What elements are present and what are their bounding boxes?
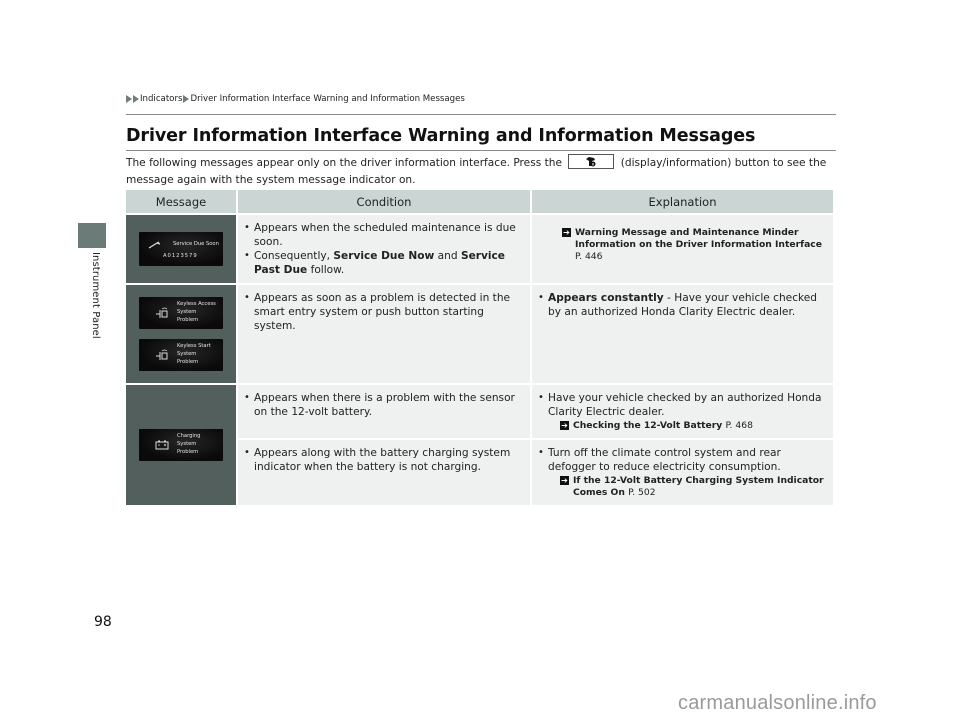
keyless-access-screen: Keyless Access System Problem — [139, 297, 223, 329]
condition-text: Appears as soon as a problem is detected… — [254, 292, 511, 332]
column-header-explanation: Explanation — [532, 190, 833, 213]
page-title: Driver Information Interface Warning and… — [126, 126, 756, 146]
breadcrumb-item[interactable]: Indicators — [140, 94, 182, 104]
message-image-cell: Keyless Access System Problem Keyless St… — [126, 285, 236, 383]
reference-arrow-icon: ➔ — [562, 228, 571, 237]
title-rule — [126, 150, 836, 151]
reference-arrow-icon: ➔ — [560, 476, 569, 485]
keyless-start-screen: Keyless Start System Problem — [139, 339, 223, 371]
condition-cell: • Appears when there is a problem with t… — [238, 385, 530, 438]
reference-page: P. 502 — [628, 487, 656, 498]
breadcrumb-item[interactable]: Driver Information Interface Warning and… — [190, 94, 464, 104]
section-label: Instrument Panel — [90, 252, 101, 339]
message-image-cell: Service Due Soon A0123579 — [126, 215, 236, 283]
header-rule — [126, 114, 836, 115]
condition-text: Appears along with the battery charging … — [254, 447, 511, 473]
cross-reference-link[interactable]: ➔ If the 12-Volt Battery Charging System… — [560, 475, 827, 499]
table-row: Keyless Access System Problem Keyless St… — [126, 285, 833, 383]
intro-paragraph: The following messages appear only on th… — [126, 154, 846, 189]
condition-bullet: • Appears as soon as a problem is detect… — [244, 291, 524, 333]
condition-bullet: • Consequently, Service Due Now and Serv… — [244, 250, 505, 276]
wrench-icon — [148, 241, 161, 249]
screen-text: Problem — [177, 359, 199, 365]
screen-text: Charging — [177, 433, 201, 439]
reference-arrow-icon: ➔ — [560, 421, 569, 430]
explanation-bullet: • Have your vehicle checked by an author… — [538, 391, 827, 419]
screen-text: Problem — [177, 317, 199, 323]
table-row: Service Due Soon A0123579 • Appears when… — [126, 215, 833, 283]
cross-reference-link[interactable]: ➔ Warning Message and Maintenance Minder… — [562, 227, 827, 263]
reference-page: P. 468 — [725, 420, 753, 431]
battery-icon — [155, 440, 169, 450]
explanation-bullet: • Turn off the climate control system an… — [538, 446, 827, 474]
reference-page: P. 446 — [575, 251, 603, 262]
breadcrumb: Indicators Driver Information Interface … — [126, 94, 466, 104]
condition-cell: • Appears as soon as a problem is detect… — [238, 285, 530, 383]
explanation-bullet: • Appears constantly - Have your vehicle… — [538, 292, 818, 318]
condition-cell: • Appears along with the battery chargin… — [238, 440, 530, 505]
explanation-cell: ➔ Warning Message and Maintenance Minder… — [532, 215, 833, 283]
cross-reference-link[interactable]: ➔ Checking the 12-Volt Battery P. 468 — [560, 420, 827, 432]
charging-system-problem-screen: Charging System Problem — [139, 429, 223, 461]
screen-text: Keyless Access — [177, 301, 216, 307]
screen-text: Problem — [177, 449, 199, 455]
reference-title: Checking the 12-Volt Battery — [573, 420, 723, 431]
breadcrumb-arrow-icon — [133, 95, 139, 103]
screen-text: System — [177, 441, 197, 447]
explanation-cell: • Appears constantly - Have your vehicle… — [532, 285, 833, 383]
keyless-icon — [156, 349, 168, 360]
intro-text: The following messages appear only on th… — [126, 157, 562, 169]
screen-text: Service Due Soon — [173, 241, 219, 247]
watermark: carmanualsonline.info — [678, 692, 877, 714]
screen-text: System — [177, 351, 197, 357]
column-header-message: Message — [126, 190, 236, 213]
condition-cell: • Appears when the scheduled maintenance… — [238, 215, 530, 283]
messages-table: Message Condition Explanation Service Du… — [124, 188, 835, 507]
explanation-cell: • Have your vehicle checked by an author… — [532, 385, 833, 438]
screen-code: A0123579 — [163, 253, 198, 259]
section-tab-marker — [78, 223, 106, 248]
condition-bullet: • Appears along with the battery chargin… — [244, 446, 524, 474]
reference-title: If the 12-Volt Battery Charging System I… — [573, 475, 824, 498]
explanation-text: Turn off the climate control system and … — [548, 447, 781, 473]
keyless-icon — [156, 307, 168, 318]
condition-bullet: • Appears when there is a problem with t… — [244, 391, 524, 419]
reference-title: Warning Message and Maintenance Minder I… — [575, 227, 822, 250]
condition-text: Consequently, — [254, 250, 334, 262]
condition-text: Appears when the scheduled maintenance i… — [254, 222, 516, 248]
column-header-condition: Condition — [238, 190, 530, 213]
explanation-emphasis: Appears constantly — [548, 292, 664, 304]
breadcrumb-arrow-icon — [183, 95, 190, 103]
condition-text: and — [434, 250, 461, 262]
service-due-soon-screen: Service Due Soon A0123579 — [139, 232, 223, 266]
page-number: 98 — [94, 614, 112, 630]
screen-text: System — [177, 309, 197, 315]
explanation-cell: • Turn off the climate control system an… — [532, 440, 833, 505]
screen-text: Keyless Start — [177, 343, 211, 349]
message-name: Service Due Now — [333, 250, 435, 262]
condition-text: Appears when there is a problem with the… — [254, 392, 515, 418]
breadcrumb-arrow-icon — [126, 95, 132, 103]
explanation-text: Have your vehicle checked by an authoriz… — [548, 392, 822, 418]
condition-text: follow. — [307, 264, 345, 276]
display-information-button-icon — [568, 154, 615, 169]
condition-bullet: • Appears when the scheduled maintenance… — [244, 221, 524, 249]
table-row: Charging System Problem • Appears when t… — [126, 385, 833, 505]
message-image-cell: Charging System Problem — [126, 385, 236, 505]
